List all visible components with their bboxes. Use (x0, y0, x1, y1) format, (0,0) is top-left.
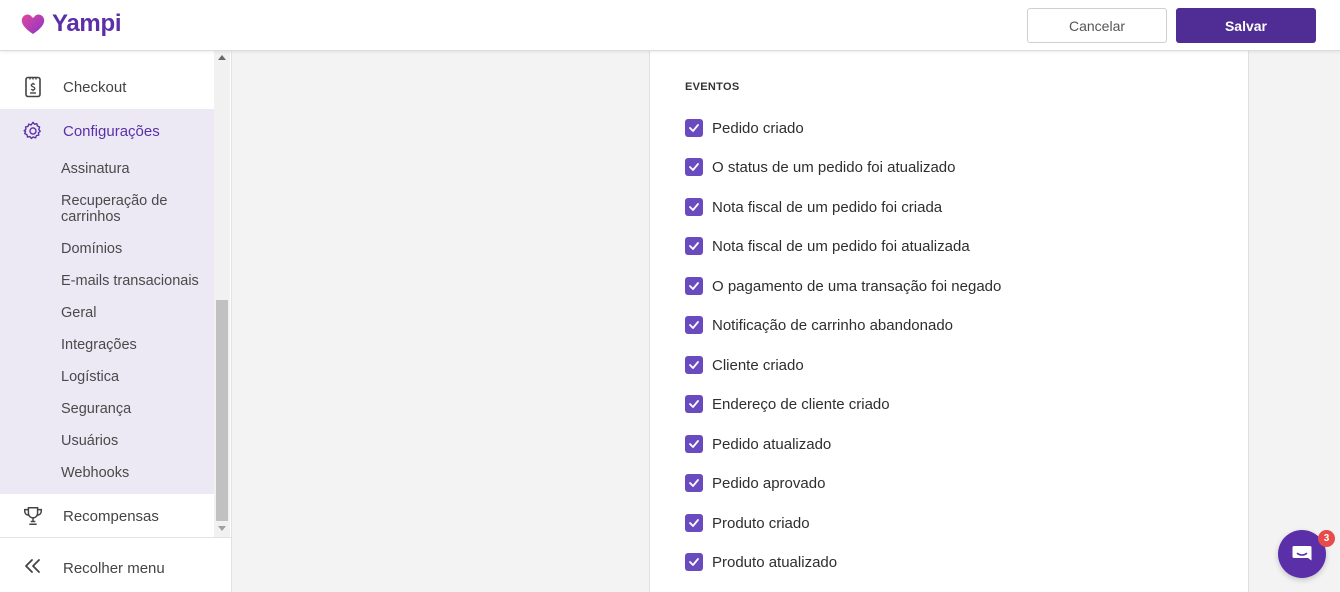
event-label: O status de um pedido foi atualizado (712, 158, 956, 176)
checkmark-icon (689, 242, 699, 250)
checkmark-icon (689, 440, 699, 448)
top-bar: Yampi Cancelar Salvar (0, 0, 1340, 51)
event-checkbox-row[interactable]: O status de um pedido foi atualizado (685, 158, 956, 176)
event-checkbox-row[interactable]: Nota fiscal de um pedido foi atualizada (685, 237, 970, 255)
event-label: Cliente criado (712, 356, 804, 374)
submenu-item-recuperacao-carrinhos[interactable]: Recuperação de carrinhos (61, 193, 181, 225)
event-label: Pedido criado (712, 119, 804, 137)
submenu-item-usuarios[interactable]: Usuários (61, 433, 118, 449)
scroll-up-arrow-icon[interactable] (218, 55, 226, 60)
cancel-button[interactable]: Cancelar (1027, 8, 1167, 43)
checkmark-icon (689, 124, 699, 132)
checkbox[interactable] (685, 474, 703, 492)
receipt-icon (21, 75, 45, 99)
submenu-item-integracoes[interactable]: Integrações (61, 337, 137, 353)
checkmark-icon (689, 203, 699, 211)
event-label: Pedido aprovado (712, 474, 826, 492)
event-checkbox-row[interactable]: Pedido criado (685, 119, 804, 137)
submenu-item-emails-transacionais[interactable]: E-mails transacionais (61, 273, 199, 289)
chat-icon (1292, 546, 1312, 561)
checkmark-icon (689, 321, 699, 329)
checkmark-icon (689, 361, 699, 369)
trophy-icon (21, 504, 45, 528)
sidebar-scrollbar[interactable] (214, 51, 230, 537)
event-label: Nota fiscal de um pedido foi atualizada (712, 237, 970, 255)
partial-menu-icon (27, 51, 39, 57)
event-label: Produto atualizado (712, 553, 838, 571)
event-label: Endereço de cliente criado (712, 395, 890, 413)
event-checkbox-row[interactable]: Notificação de carrinho abandonado (685, 316, 953, 334)
collapse-menu-button[interactable]: Recolher menu (0, 537, 231, 592)
sidebar-item-recompensas[interactable]: Recompensas (0, 507, 214, 525)
event-checkbox-row[interactable]: Cliente criado (685, 356, 804, 374)
event-label: Produto criado (712, 514, 810, 532)
event-checkbox-row[interactable]: Pedido atualizado (685, 435, 831, 453)
heart-logo-icon (21, 14, 45, 34)
double-chevron-left-icon (25, 559, 40, 573)
scroll-down-arrow-icon[interactable] (218, 526, 226, 531)
collapse-menu-label: Recolher menu (63, 560, 165, 577)
event-label: Nota fiscal de um pedido foi criada (712, 198, 943, 216)
submenu-item-geral[interactable]: Geral (61, 305, 96, 321)
sidebar: Checkout Configurações Assinatura Recupe… (0, 51, 232, 592)
event-checkbox-row[interactable]: Produto criado (685, 514, 810, 532)
checkbox[interactable] (685, 119, 703, 137)
checkbox[interactable] (685, 237, 703, 255)
checkmark-icon (689, 479, 699, 487)
event-checkbox-row[interactable]: Nota fiscal de um pedido foi criada (685, 198, 942, 216)
checkmark-icon (689, 163, 699, 171)
submenu-item-webhooks[interactable]: Webhooks (61, 465, 129, 481)
checkmark-icon (689, 558, 699, 566)
checkbox[interactable] (685, 316, 703, 334)
checkbox[interactable] (685, 198, 703, 216)
chat-notification-badge: 3 (1318, 530, 1335, 547)
checkmark-icon (689, 400, 699, 408)
sidebar-nav: Checkout Configurações Assinatura Recupe… (0, 51, 214, 537)
submenu-item-seguranca[interactable]: Segurança (61, 401, 131, 417)
checkbox[interactable] (685, 553, 703, 571)
event-checkbox-row[interactable]: O pagamento de uma transação foi negado (685, 277, 1001, 295)
checkmark-icon (689, 519, 699, 527)
submenu-item-assinatura[interactable]: Assinatura (61, 161, 130, 177)
sidebar-item-label: Recompensas (63, 508, 159, 525)
scrollbar-thumb[interactable] (216, 300, 228, 521)
checkbox[interactable] (685, 395, 703, 413)
gear-icon (21, 119, 45, 143)
checkbox[interactable] (685, 435, 703, 453)
checkbox[interactable] (685, 277, 703, 295)
events-section-title: EVENTOS (685, 81, 740, 93)
event-checkbox-row[interactable]: Pedido aprovado (685, 474, 825, 492)
event-label: Notificação de carrinho abandonado (712, 316, 954, 334)
submenu-item-dominios[interactable]: Domínios (61, 241, 122, 257)
event-label: O pagamento de uma transação foi negado (712, 277, 1002, 295)
checkmark-icon (689, 282, 699, 290)
webhook-events-card: EVENTOS Pedido criado O status de um pedi… (649, 51, 1249, 592)
brand-logo[interactable]: Yampi (20, 10, 122, 38)
sidebar-item-checkout[interactable]: Checkout (0, 76, 214, 98)
brand-name: Yampi (52, 10, 122, 37)
event-checkbox-row[interactable]: Endereço de cliente criado (685, 395, 890, 413)
checkbox[interactable] (685, 356, 703, 374)
event-label: Pedido atualizado (712, 435, 832, 453)
submenu-item-logistica[interactable]: Logística (61, 369, 119, 385)
save-button[interactable]: Salvar (1176, 8, 1316, 43)
sidebar-item-configuracoes[interactable]: Configurações (0, 121, 214, 140)
checkbox[interactable] (685, 158, 703, 176)
sidebar-item-label: Configurações (63, 123, 160, 140)
sidebar-item-label: Checkout (63, 79, 127, 96)
event-checkbox-row[interactable]: Produto atualizado (685, 553, 837, 571)
checkbox[interactable] (685, 514, 703, 532)
